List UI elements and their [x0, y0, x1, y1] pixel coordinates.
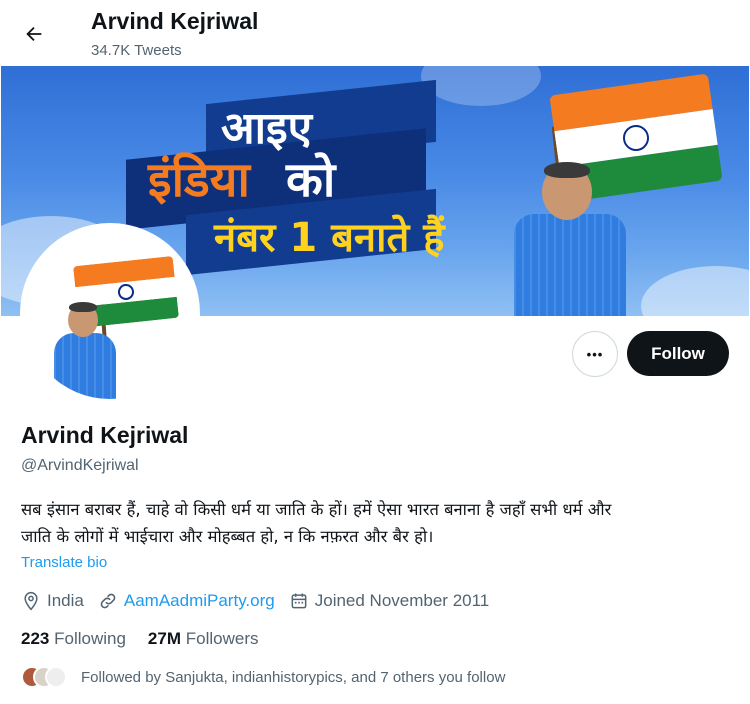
followed-by-row[interactable]: Followed by Sanjukta, indianhistorypics,…: [21, 664, 505, 690]
headline-line-2a: इंडिया: [148, 152, 250, 208]
website-link[interactable]: AamAadmiParty.org: [124, 591, 275, 611]
profile-meta: India AamAadmiParty.org Joined November …: [21, 589, 503, 613]
following-label: Following: [54, 629, 126, 648]
website-item: AamAadmiParty.org: [98, 591, 275, 611]
back-button[interactable]: [14, 14, 54, 54]
calendar-icon: [291, 593, 307, 609]
location-pin-icon: [24, 591, 38, 611]
followers-label: Followers: [185, 629, 259, 648]
following-link[interactable]: 223 Following: [21, 629, 126, 649]
ashoka-chakra-icon: [621, 123, 651, 153]
translate-bio-link[interactable]: Translate bio: [21, 554, 107, 571]
joined-item: Joined November 2011: [289, 591, 490, 611]
following-count: 223: [21, 629, 50, 648]
header-title: Arvind Kejriwal: [91, 8, 259, 34]
link-icon: [100, 593, 116, 609]
joined-text: Joined November 2011: [314, 591, 490, 610]
follow-button[interactable]: Follow: [627, 331, 729, 376]
arrow-left-icon: [26, 26, 42, 42]
bio-line-2: जाति के लोगों में भाईचारा और मोहब्बत हो,…: [21, 527, 434, 546]
more-options-button[interactable]: •••: [572, 331, 618, 377]
profile-bio: सब इंसान बराबर हैं, चाहे वो किसी धर्म या…: [21, 496, 721, 550]
bio-line-1: सब इंसान बराबर हैं, चाहे वो किसी धर्म या…: [21, 500, 612, 519]
tweet-count: 34.7K Tweets: [91, 42, 182, 59]
followers-count: 27M: [147, 629, 181, 648]
followers-you-know-avatars: [21, 664, 67, 690]
profile-avatar[interactable]: [24, 227, 196, 399]
avatar: [45, 666, 67, 688]
followed-by-text: Followed by Sanjukta, indianhistorypics,…: [81, 668, 506, 686]
followers-link[interactable]: 27M Followers: [148, 629, 259, 649]
avatar-person-image: [50, 299, 120, 399]
location-item: India: [21, 591, 84, 611]
headline-line-3: नंबर 1 बनाते हैं: [214, 215, 445, 261]
headline-line-2b: को: [286, 152, 336, 208]
more-dots-icon: •••: [586, 346, 604, 362]
display-name: Arvind Kejriwal: [21, 422, 189, 448]
banner-headline: आइए इंडिया को नंबर 1 बनाते हैं: [126, 79, 445, 276]
user-handle: @ArvindKejriwal: [21, 457, 139, 474]
profile-header: Arvind Kejriwal 34.7K Tweets: [0, 0, 750, 66]
follow-stats: 223 Following 27M Followers: [21, 629, 280, 649]
banner-person-image: [506, 156, 636, 316]
location-text: India: [47, 591, 84, 610]
